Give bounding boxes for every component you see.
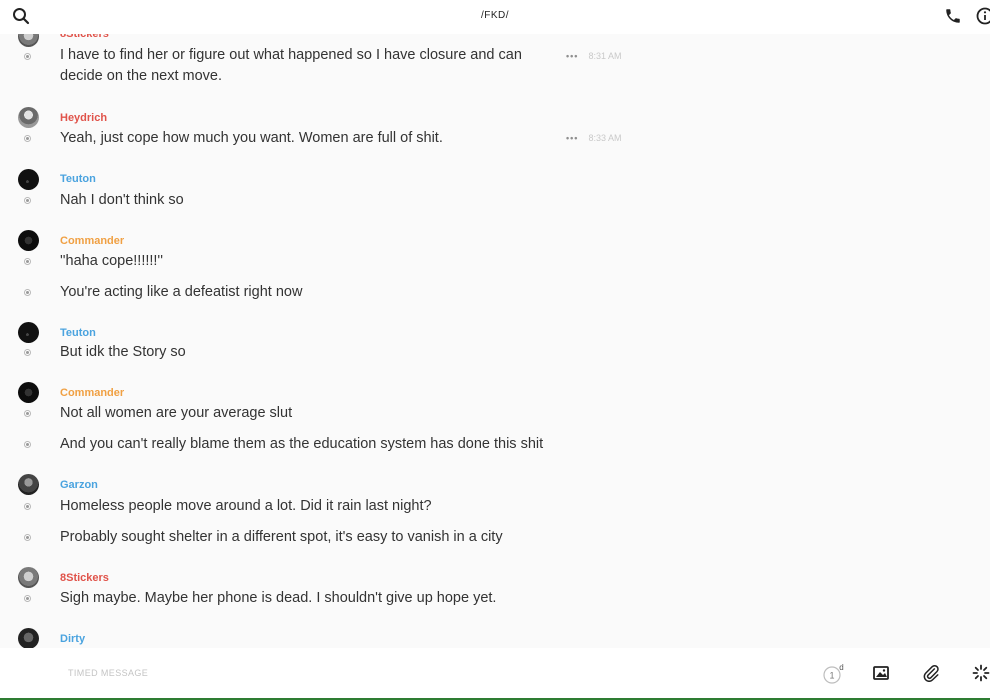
image-icon[interactable]: [872, 664, 890, 687]
message-input[interactable]: TIMED MESSAGE: [68, 668, 148, 678]
info-icon[interactable]: [976, 7, 990, 30]
message-text: Not all women are your average slut: [60, 405, 293, 421]
sender-name: Dirty: [60, 633, 86, 645]
message-text: And you can't really blame them as the e…: [60, 436, 544, 452]
message-composer: TIMED MESSAGE 1 d: [0, 648, 990, 700]
message-text: I have to find her or figure out what ha…: [60, 47, 522, 84]
timer-button[interactable]: 1 d: [822, 662, 846, 686]
avatar[interactable]: [18, 322, 39, 343]
avatar[interactable]: [18, 382, 39, 403]
message-meta: ••• 8:33 AM: [566, 133, 621, 143]
read-status-icon: [24, 135, 31, 142]
sender-name: Heydrich: [60, 112, 108, 124]
message-text: Yeah, just cope how much you want. Women…: [60, 130, 443, 146]
sender-name: 8Stickers: [60, 572, 109, 584]
read-status-icon: [24, 595, 31, 602]
read-status-icon: [24, 441, 31, 448]
read-status-icon: [24, 410, 31, 417]
message-text: Sigh maybe. Maybe her phone is dead. I s…: [60, 590, 497, 606]
chat-title: /FKD/: [480, 10, 510, 21]
avatar[interactable]: [18, 169, 39, 190]
message-text: But idk the Story so: [60, 344, 186, 360]
avatar[interactable]: [18, 567, 39, 588]
chat-header: /FKD/: [0, 0, 990, 34]
message-text: Nah I don't think so: [60, 192, 184, 208]
more-options-icon[interactable]: •••: [566, 51, 578, 61]
read-status-icon: [24, 53, 31, 60]
timer-value: 1: [829, 671, 834, 681]
paperclip-icon[interactable]: [922, 664, 940, 687]
read-status-icon: [24, 197, 31, 204]
read-status-icon: [24, 289, 31, 296]
avatar[interactable]: [18, 107, 39, 128]
more-options-icon[interactable]: •••: [566, 133, 578, 143]
read-status-icon: [24, 349, 31, 356]
avatar[interactable]: [18, 474, 39, 495]
avatar[interactable]: [18, 230, 39, 251]
avatar[interactable]: [18, 628, 39, 648]
read-status-icon: [24, 534, 31, 541]
timer-unit: d: [839, 663, 843, 672]
message-text: Probably sought shelter in a different s…: [60, 529, 503, 545]
sender-name: Garzon: [60, 479, 98, 491]
sender-name: Commander: [60, 387, 125, 399]
message-text: You're acting like a defeatist right now: [60, 284, 303, 300]
read-status-icon: [24, 258, 31, 265]
read-status-icon: [24, 503, 31, 510]
message-list[interactable]: 8Stickers I have to find her or figure o…: [0, 0, 990, 648]
sender-name: Teuton: [60, 327, 96, 339]
phone-icon[interactable]: [944, 7, 962, 30]
message-time: 8:33 AM: [588, 133, 622, 143]
message-time: 8:31 AM: [588, 51, 622, 61]
sparkle-icon[interactable]: [972, 664, 990, 687]
message-text: ''haha cope!!!!!!'': [60, 253, 163, 269]
message-meta: ••• 8:31 AM: [566, 51, 621, 61]
sender-name: Teuton: [60, 173, 96, 185]
sender-name: Commander: [60, 235, 125, 247]
message-text: Homeless people move around a lot. Did i…: [60, 498, 432, 514]
